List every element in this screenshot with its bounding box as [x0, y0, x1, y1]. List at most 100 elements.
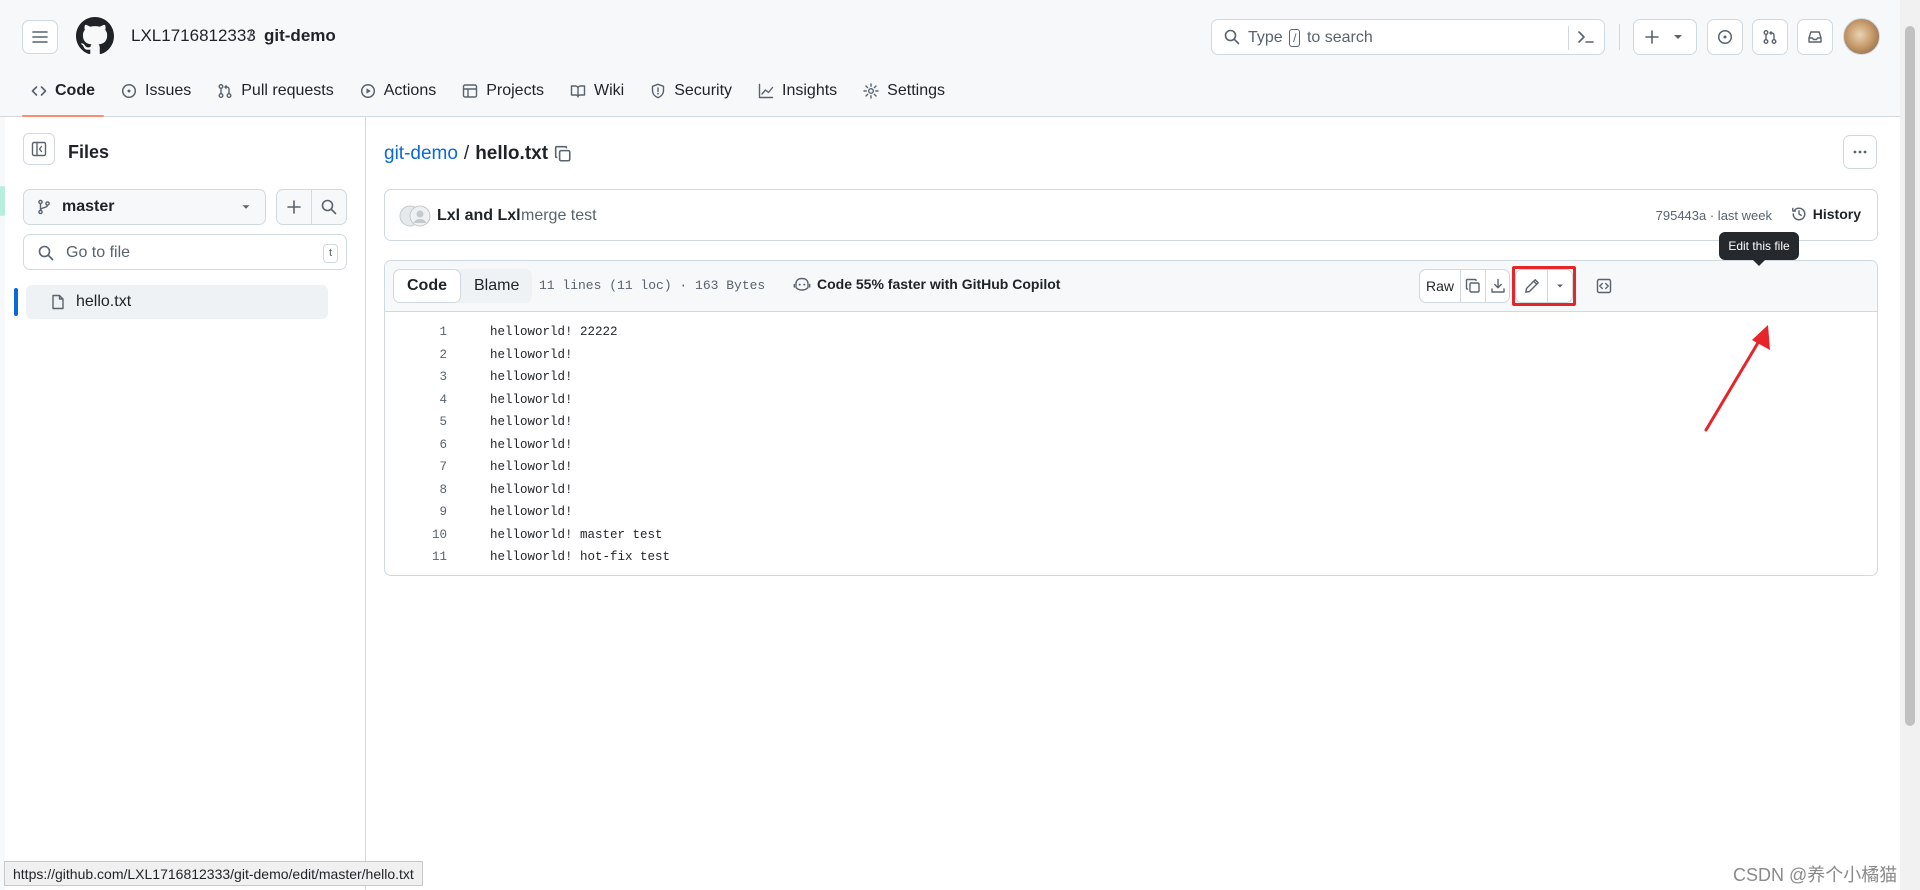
tab-security[interactable]: Security [637, 70, 745, 112]
tab-wiki[interactable]: Wiki [557, 70, 637, 112]
issues-button[interactable] [1707, 19, 1743, 55]
line-number[interactable]: 11 [385, 550, 447, 564]
file-tree-item[interactable]: hello.txt [26, 285, 328, 319]
line-number[interactable]: 8 [385, 483, 447, 497]
header-divider [1619, 24, 1620, 50]
raw-button[interactable]: Raw [1420, 270, 1461, 302]
create-new-button[interactable] [1633, 19, 1697, 55]
code-line: 8 helloworld! [385, 479, 1877, 502]
history-button[interactable]: History [1791, 206, 1861, 222]
tab-insights-label: Insights [782, 82, 838, 99]
breadcrumb-repo-link[interactable]: git-demo [384, 143, 458, 165]
issue-opened-icon [1717, 29, 1733, 45]
copy-path-icon[interactable] [554, 145, 572, 163]
repo-nav: Code Issues Pull requests Actions Projec… [18, 70, 958, 117]
line-number[interactable]: 1 [385, 325, 447, 339]
file-tree-sidebar: Files master Go to file t hello.txt [5, 117, 366, 890]
github-logo-icon[interactable] [76, 17, 114, 55]
line-text: helloworld! [490, 437, 573, 452]
code-view-button[interactable]: Code [393, 269, 461, 303]
history-icon [1791, 207, 1806, 221]
user-avatar[interactable] [1843, 18, 1880, 55]
line-text: helloworld! [490, 460, 573, 475]
copilot-promo[interactable]: Code 55% faster with GitHub Copilot [793, 276, 1060, 292]
commit-message[interactable]: merge test [521, 207, 597, 225]
status-bar-url: https://github.com/LXL1716812333/git-dem… [4, 861, 423, 886]
tab-pull-requests-label: Pull requests [241, 82, 334, 99]
file-meta: 11 lines (11 loc) · 163 Bytes [539, 278, 766, 293]
author-avatars-icon[interactable] [399, 204, 433, 228]
line-number[interactable]: 3 [385, 370, 447, 384]
page-scrollbar[interactable] [1900, 0, 1920, 890]
history-label: History [1812, 206, 1861, 222]
owner-link[interactable]: LXL1716812333 [131, 26, 256, 46]
file-content-box: Code Blame 11 lines (11 loc) · 163 Bytes… [384, 260, 1878, 576]
global-header: LXL1716812333 / git-demo Type / to searc… [0, 0, 1900, 117]
file-toolbar: Code Blame 11 lines (11 loc) · 163 Bytes… [385, 261, 1877, 312]
tab-insights[interactable]: Insights [745, 70, 850, 112]
search-icon [38, 245, 54, 261]
copy-raw-button[interactable] [1461, 270, 1486, 302]
tab-issues[interactable]: Issues [108, 70, 204, 112]
code-lines: 1 helloworld! 22222 2 helloworld! 3 helloworl… [385, 321, 1877, 569]
tab-projects[interactable]: Projects [449, 70, 557, 112]
table-icon [463, 84, 478, 98]
plus-icon [287, 200, 301, 214]
copilot-label: Code 55% faster with GitHub Copilot [817, 276, 1061, 292]
line-number[interactable]: 5 [385, 415, 447, 429]
code-line: 9 helloworld! [385, 501, 1877, 524]
blame-view-button[interactable]: Blame [461, 269, 532, 303]
line-text: helloworld! 22222 [490, 325, 618, 340]
git-pull-request-icon [1763, 30, 1777, 44]
add-file-button[interactable] [276, 189, 312, 225]
more-options-button[interactable] [1843, 135, 1877, 169]
branch-name: master [62, 198, 115, 215]
tab-issues-label: Issues [145, 82, 192, 99]
shield-icon [652, 83, 665, 99]
line-text: helloworld! hot-fix test [490, 550, 671, 565]
file-tree-item-label: hello.txt [76, 293, 132, 310]
search-placeholder: Type / to search [1248, 29, 1373, 47]
line-number[interactable]: 10 [385, 528, 447, 542]
line-number[interactable]: 6 [385, 438, 447, 452]
search-icon [1224, 29, 1240, 45]
download-button[interactable] [1486, 270, 1509, 302]
collapse-file-tree-button[interactable] [23, 133, 55, 165]
branch-selector[interactable]: master [23, 189, 266, 225]
search-code-button[interactable] [311, 189, 347, 225]
command-palette-icon[interactable] [1576, 28, 1596, 46]
scrollbar-thumb[interactable] [1905, 26, 1915, 726]
commit-sha-time[interactable]: 795443a · last week [1656, 208, 1772, 223]
book-icon [570, 85, 586, 98]
inbox-icon [1808, 31, 1822, 43]
line-number[interactable]: 9 [385, 505, 447, 519]
tab-pull-requests[interactable]: Pull requests [204, 70, 347, 112]
code-line: 3 helloworld! [385, 366, 1877, 389]
tab-code-label: Code [55, 82, 95, 99]
symbols-panel-button[interactable] [1587, 269, 1621, 303]
copilot-icon [793, 277, 811, 291]
pull-requests-button[interactable] [1752, 19, 1788, 55]
line-text: helloworld! [490, 347, 573, 362]
tab-actions-label: Actions [383, 82, 437, 99]
line-number[interactable]: 4 [385, 393, 447, 407]
commit-authors[interactable]: Lxl and Lxl [437, 207, 521, 225]
code-line: 1 helloworld! 22222 [385, 321, 1877, 344]
code-line: 5 helloworld! [385, 411, 1877, 434]
inbox-button[interactable] [1797, 19, 1833, 55]
line-number[interactable]: 7 [385, 460, 447, 474]
menu-button[interactable] [22, 20, 58, 54]
code-square-icon [1596, 278, 1612, 294]
tab-code[interactable]: Code [18, 70, 108, 117]
raw-actions-group: Raw [1419, 269, 1510, 303]
global-search-input[interactable]: Type / to search [1211, 19, 1605, 55]
tab-settings[interactable]: Settings [850, 70, 958, 112]
tab-settings-label: Settings [887, 82, 945, 99]
triangle-down-icon [1674, 35, 1682, 39]
play-icon [360, 83, 375, 99]
go-to-file-input[interactable]: Go to file t [23, 234, 347, 270]
line-number[interactable]: 2 [385, 348, 447, 362]
line-text: helloworld! [490, 505, 573, 520]
tab-actions[interactable]: Actions [347, 70, 449, 112]
repo-link[interactable]: git-demo [264, 26, 336, 46]
